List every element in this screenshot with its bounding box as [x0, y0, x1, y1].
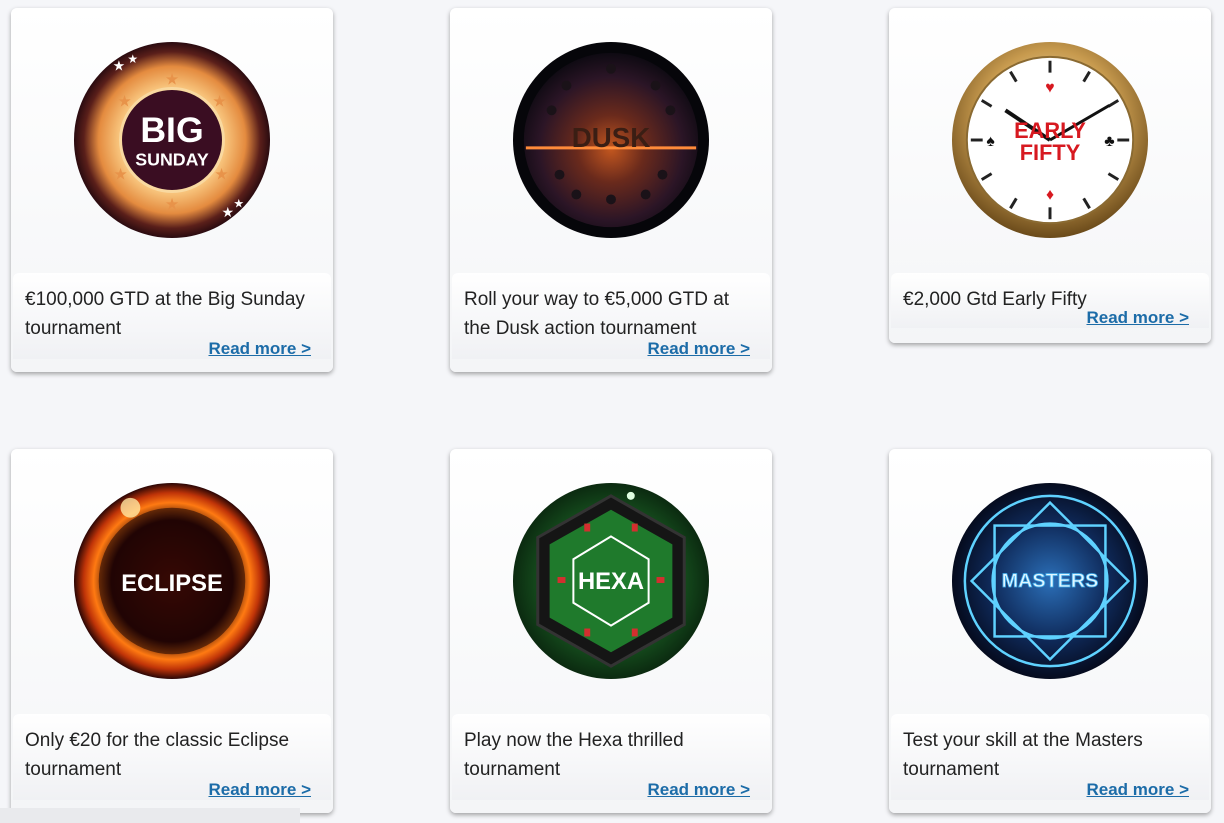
logo-text: MASTERS: [1002, 570, 1099, 592]
svg-text:★: ★: [222, 204, 234, 220]
svg-text:♠: ♠: [986, 133, 994, 150]
card-description: Roll your way to €5,000 GTD at the Dusk …: [464, 289, 730, 339]
tournament-card-big-sunday[interactable]: ★ ★ ★ ★ ★ ★ ★ ★ ★ ★ BIG SUNDAY €100,000 GT…: [11, 8, 333, 372]
tournament-card-masters[interactable]: MASTERS Test your skill at the Masters t…: [889, 449, 1211, 813]
svg-text:♥: ♥: [1045, 79, 1054, 96]
card-image[interactable]: HEXA: [450, 449, 772, 714]
logo-text-line1: BIG: [140, 110, 203, 150]
read-more-link[interactable]: Read more >: [208, 780, 311, 799]
svg-text:★: ★: [165, 72, 179, 89]
svg-text:★: ★: [113, 58, 125, 74]
svg-text:★: ★: [214, 167, 228, 184]
svg-text:★: ★: [165, 196, 179, 213]
tournament-card-hexa[interactable]: HEXA Play now the Hexa thrilled tourname…: [450, 449, 772, 813]
logo-text: DUSK: [572, 122, 651, 153]
tournament-card-dusk[interactable]: DUSK Roll your way to €5,000 GTD at the …: [450, 8, 772, 372]
card-image[interactable]: ECLIPSE: [11, 449, 333, 714]
logo-text: ECLIPSE: [121, 570, 223, 597]
logo-text-line2: FIFTY: [1020, 140, 1081, 165]
svg-text:♣: ♣: [1104, 133, 1114, 150]
tournament-card-eclipse[interactable]: ECLIPSE Only €20 for the classic Eclipse…: [11, 449, 333, 813]
read-more-link[interactable]: Read more >: [1086, 308, 1189, 327]
dusk-logo-icon: DUSK: [512, 41, 710, 239]
svg-text:★: ★: [127, 52, 138, 66]
eclipse-logo-icon: ECLIPSE: [73, 482, 271, 680]
card-image[interactable]: MASTERS: [889, 449, 1211, 714]
svg-text:★: ★: [113, 167, 127, 184]
svg-text:★: ★: [117, 93, 131, 110]
read-more-link[interactable]: Read more >: [208, 339, 311, 358]
svg-text:★: ★: [233, 196, 244, 210]
card-image[interactable]: DUSK: [450, 8, 772, 273]
hexa-logo-icon: HEXA: [512, 482, 710, 680]
logo-text: HEXA: [578, 568, 644, 595]
card-image[interactable]: ★ ★ ★ ★ ★ ★ ★ ★ ★ ★ BIG SUNDAY: [11, 8, 333, 273]
early-fifty-clock-logo-icon: ♥ ♦ ♠ ♣ EARLY FIFTY: [951, 41, 1149, 239]
read-more-link[interactable]: Read more >: [647, 339, 750, 358]
masters-logo-icon: MASTERS: [951, 482, 1149, 680]
logo-text-line2: SUNDAY: [135, 150, 209, 170]
card-description: €100,000 GTD at the Big Sunday tournamen…: [25, 289, 305, 339]
card-description: Only €20 for the classic Eclipse tournam…: [25, 730, 290, 780]
svg-text:★: ★: [212, 93, 226, 110]
read-more-link[interactable]: Read more >: [1086, 780, 1189, 799]
card-image[interactable]: ♥ ♦ ♠ ♣ EARLY FIFTY: [889, 8, 1211, 273]
read-more-link[interactable]: Read more >: [647, 780, 750, 799]
card-description: Play now the Hexa thrilled tournament: [464, 730, 684, 780]
big-sunday-logo-icon: ★ ★ ★ ★ ★ ★ ★ ★ ★★ BIG SUNDAY: [73, 41, 271, 239]
tournament-card-early-fifty[interactable]: ♥ ♦ ♠ ♣ EARLY FIFTY €2,000 Gtd Early Fif…: [889, 8, 1211, 343]
bottom-strip: [0, 808, 300, 823]
svg-text:♦: ♦: [1046, 186, 1054, 203]
card-description: Test your skill at the Masters tournamen…: [903, 730, 1143, 780]
